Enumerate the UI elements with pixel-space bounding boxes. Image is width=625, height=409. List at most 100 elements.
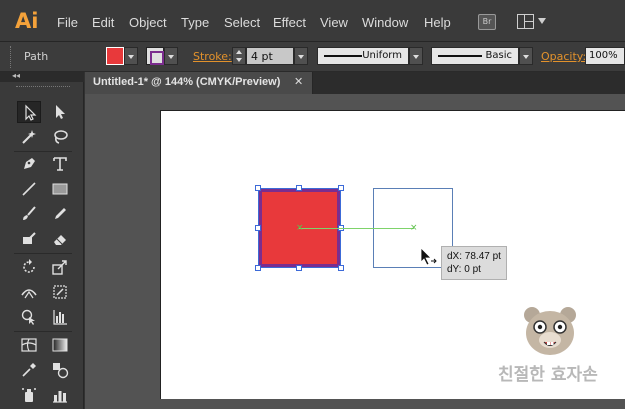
menu-object[interactable]: Object — [129, 15, 167, 30]
stroke-label[interactable]: Stroke: — [193, 50, 232, 63]
selection-arrow-icon — [25, 104, 37, 121]
variable-width-profile[interactable]: Uniform — [317, 47, 409, 65]
selection-tool[interactable] — [17, 101, 41, 123]
scale-tool[interactable] — [48, 256, 72, 278]
menu-select[interactable]: Select — [224, 15, 260, 30]
menu-type[interactable]: Type — [181, 15, 209, 30]
eraser-icon — [54, 235, 66, 245]
tool-separator — [14, 331, 72, 332]
stroke-dropdown[interactable] — [164, 47, 178, 65]
bounding-handle[interactable] — [296, 185, 302, 191]
gradient-icon — [52, 338, 68, 352]
profile-dropdown[interactable] — [409, 47, 423, 65]
rotate-tool[interactable] — [17, 256, 41, 278]
rectangle-tool[interactable] — [48, 178, 72, 200]
bounding-handle[interactable] — [296, 265, 302, 271]
stroke-weight-dropdown[interactable] — [294, 47, 308, 65]
menu-view[interactable]: View — [320, 15, 348, 30]
document-tab-strip: Untitled-1* @ 144% (CMYK/Preview) ✕ — [85, 72, 625, 94]
pen-icon — [24, 158, 35, 169]
fill-dropdown[interactable] — [124, 47, 138, 65]
bar-graph-icon — [53, 310, 67, 325]
move-delta-tooltip: dX: 78.47 pt dY: 0 pt — [441, 246, 507, 280]
eyedropper-tool[interactable] — [17, 359, 41, 381]
column-graph-tool[interactable] — [48, 384, 72, 406]
menu-bar: Ai File Edit Object Type Select Effect V… — [0, 0, 625, 42]
paintbrush-tool[interactable] — [17, 203, 41, 225]
stroke-swatch[interactable] — [146, 47, 164, 65]
watermark-text: 친절한 효자손 — [498, 365, 598, 385]
control-bar: Path Stroke: 4 pt Uniform Basic Opacity:… — [0, 42, 625, 72]
direct-selection-tool[interactable] — [48, 101, 72, 123]
menu-edit[interactable]: Edit — [92, 15, 114, 30]
blend-tool[interactable] — [48, 359, 72, 381]
menu-window[interactable]: Window — [362, 15, 408, 30]
profile-label: Uniform — [362, 50, 402, 61]
type-tool[interactable] — [48, 153, 72, 175]
bounding-handle[interactable] — [255, 225, 261, 231]
lasso-icon — [54, 130, 68, 144]
selection-type-label: Path — [24, 50, 49, 63]
shape-builder-tool[interactable] — [17, 306, 41, 328]
type-t-icon — [53, 157, 67, 171]
tooltip-dy: dY: 0 pt — [447, 264, 481, 275]
menu-file[interactable]: File — [57, 15, 78, 30]
rotate-icon — [23, 259, 35, 273]
eyedropper-icon — [22, 363, 36, 377]
pen-tool[interactable] — [17, 153, 41, 175]
paintbrush-icon — [23, 206, 36, 220]
brush-line-icon — [438, 55, 482, 57]
bounding-handle[interactable] — [255, 185, 261, 191]
symbol-sprayer-tool[interactable] — [17, 384, 41, 406]
stroke-weight-stepper[interactable] — [232, 47, 246, 65]
pencil-icon — [55, 208, 66, 219]
brush-label: Basic — [485, 50, 512, 61]
arrange-documents-button[interactable] — [517, 14, 547, 30]
free-transform-tool[interactable] — [48, 281, 72, 303]
stroke-weight-field[interactable]: 4 pt — [246, 47, 294, 65]
tooltip-dx: dX: 78.47 pt — [447, 251, 501, 262]
tools-panel-header: ◂◂ — [0, 71, 84, 82]
chevron-down-icon — [538, 18, 546, 24]
bounding-handle[interactable] — [255, 265, 261, 271]
pencil-tool[interactable] — [48, 203, 72, 225]
mesh-tool[interactable] — [17, 334, 41, 356]
scale-icon — [52, 260, 67, 275]
bounding-handle[interactable] — [338, 185, 344, 191]
bounding-handle[interactable] — [338, 265, 344, 271]
document-tab[interactable]: Untitled-1* @ 144% (CMYK/Preview) ✕ — [85, 72, 313, 94]
opacity-field[interactable]: 100% — [585, 47, 625, 65]
layout-icon — [517, 14, 534, 29]
pasteboard-bottom — [160, 399, 625, 409]
brush-dropdown[interactable] — [519, 47, 533, 65]
line-segment-tool[interactable] — [17, 178, 41, 200]
blob-brush-tool[interactable] — [17, 228, 41, 250]
tool-separator — [14, 253, 72, 254]
move-cursor-icon — [419, 247, 437, 270]
width-tool[interactable] — [17, 281, 41, 303]
menu-help[interactable]: Help — [424, 15, 451, 30]
panel-grip[interactable] — [10, 46, 13, 68]
eraser-tool[interactable] — [48, 228, 72, 250]
gradient-tool[interactable] — [48, 334, 72, 356]
magic-wand-tool[interactable] — [17, 126, 41, 148]
collapse-icon[interactable]: ◂◂ — [12, 71, 20, 80]
tools-grip[interactable] — [16, 86, 70, 90]
document-tab-title: Untitled-1* @ 144% (CMYK/Preview) — [93, 76, 281, 88]
bear-mascot-logo — [520, 305, 580, 360]
tool-separator — [14, 151, 72, 152]
app-logo: Ai — [15, 9, 39, 33]
center-point-icon: × — [410, 223, 418, 233]
close-icon[interactable]: ✕ — [294, 75, 303, 88]
shape-builder-icon — [21, 309, 35, 325]
lasso-tool[interactable] — [48, 126, 72, 148]
brush-definition[interactable]: Basic — [431, 47, 519, 65]
line-icon — [22, 182, 36, 196]
direct-selection-icon — [56, 105, 65, 119]
graph-tool[interactable] — [48, 306, 72, 328]
smart-guide-line — [299, 228, 414, 229]
bridge-button[interactable]: Br — [478, 14, 496, 30]
opacity-label[interactable]: Opacity: — [541, 50, 586, 63]
fill-swatch[interactable] — [106, 47, 124, 65]
menu-effect[interactable]: Effect — [273, 15, 306, 30]
